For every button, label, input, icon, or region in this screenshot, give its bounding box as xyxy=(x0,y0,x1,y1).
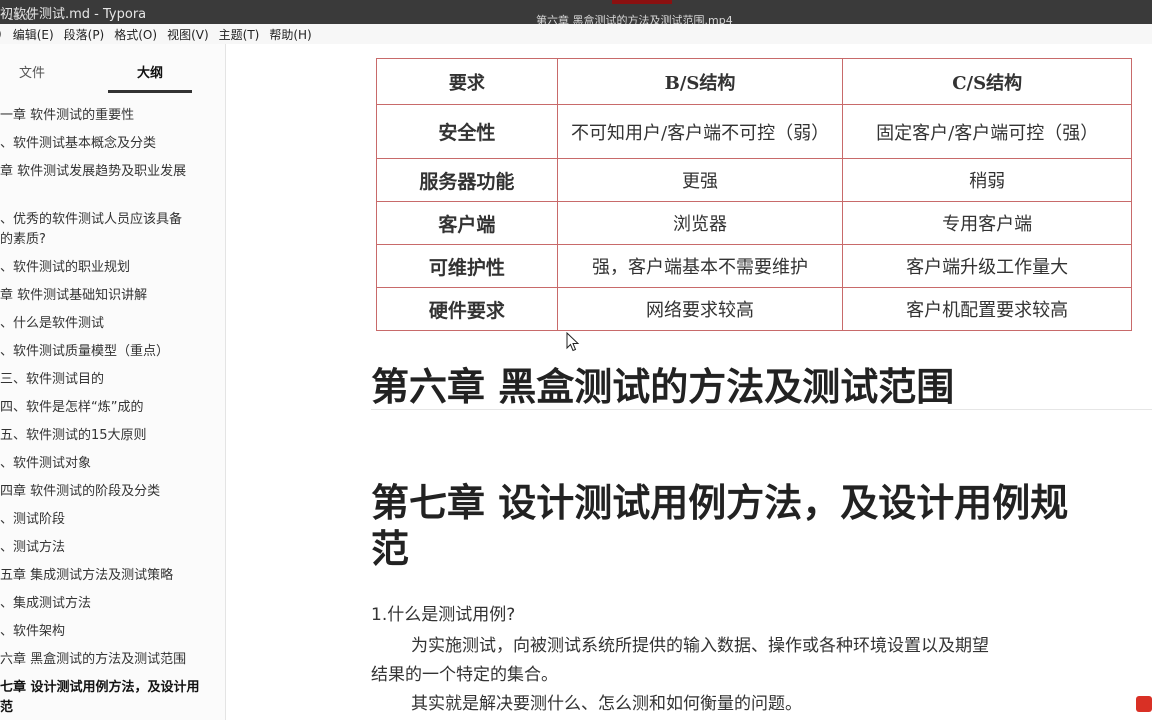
outline-item[interactable]: 、优秀的软件测试人员应该具备 xyxy=(0,210,210,230)
table-cell: 专用客户端 xyxy=(842,201,1132,245)
outline-item[interactable]: 五章 集成测试方法及测试策略 xyxy=(0,566,210,586)
table-row: 可维护性 强，客户端基本不需要维护 客户端升级工作量大 xyxy=(376,244,1132,288)
outline-item[interactable]: 四、软件是怎样“炼”成的 xyxy=(0,398,210,418)
table-row: 客户端 浏览器 专用客户端 xyxy=(376,201,1132,245)
outline-item[interactable]: 一章 软件测试的重要性 xyxy=(0,106,210,126)
outline-item[interactable]: 、集成测试方法 xyxy=(0,594,210,614)
table-cell: 客户机配置要求较高 xyxy=(842,287,1132,331)
heading-chapter-7: 第七章 设计测试用例方法，及设计用例规 范 xyxy=(371,480,1152,572)
outline-item[interactable]: 六章 黑盒测试的方法及测试范围 xyxy=(0,650,210,670)
table-row: 服务器功能 更强 稍弱 xyxy=(376,158,1132,202)
table-row-header: 服务器功能 xyxy=(376,158,558,202)
table-row-header: 硬件要求 xyxy=(376,287,558,331)
active-tab-indicator xyxy=(108,90,192,93)
outline-item[interactable]: 、软件测试对象 xyxy=(0,454,210,474)
table-cell: 稍弱 xyxy=(842,158,1132,202)
table-row-header: 可维护性 xyxy=(376,244,558,288)
outline-item[interactable]: 、测试方法 xyxy=(0,538,210,558)
red-indicator-icon xyxy=(1136,696,1152,712)
outline-item[interactable]: 、软件测试质量模型（重点） xyxy=(0,342,210,362)
table-header-cell: B/S结构 xyxy=(556,58,844,105)
outline-item[interactable]: 章 软件测试基础知识讲解 xyxy=(0,286,210,306)
table-header-cell: C/S结构 xyxy=(842,58,1132,105)
editor-content: 要求 B/S结构 C/S结构 安全性 不可知用户/客户端不可控（弱） 固定客户/… xyxy=(227,44,1152,720)
menu-view[interactable]: 视图(V) xyxy=(162,26,214,43)
heading-divider xyxy=(371,409,1152,410)
table-row-header: 客户端 xyxy=(376,201,558,245)
paragraph-line: 结果的一个特定的集合。 xyxy=(371,665,558,685)
sidebar: 文件 大纲 一章 软件测试的重要性 、软件测试基本概念及分类 章 软件测试发展趋… xyxy=(0,44,226,720)
menu-help[interactable]: 帮助(H) xyxy=(264,26,316,43)
menu-paragraph[interactable]: 段落(P) xyxy=(59,26,110,43)
video-progress-marker xyxy=(612,0,672,4)
comparison-table: 要求 B/S结构 C/S结构 安全性 不可知用户/客户端不可控（弱） 固定客户/… xyxy=(376,58,1132,331)
outline-item[interactable]: 、软件架构 xyxy=(0,622,210,642)
table-header-cell: 要求 xyxy=(376,58,558,105)
table-row: 安全性 不可知用户/客户端不可控（弱） 固定客户/客户端可控（强） xyxy=(376,104,1132,159)
heading-chapter-6: 第六章 黑盒测试的方法及测试范围 xyxy=(371,365,955,409)
table-cell: 不可知用户/客户端不可控（弱） xyxy=(556,104,844,159)
tab-outline[interactable]: 大纲 xyxy=(137,62,163,81)
outline-item[interactable]: 、测试阶段 xyxy=(0,510,210,530)
table-cell: 更强 xyxy=(556,158,844,202)
outline-item[interactable]: 、软件测试基本概念及分类 xyxy=(0,134,210,154)
table-header-row: 要求 B/S结构 C/S结构 xyxy=(376,58,1132,105)
question-text: 1.什么是测试用例? xyxy=(371,605,516,625)
table-cell: 强，客户端基本不需要维护 xyxy=(556,244,844,288)
menu-bar: ) 编辑(E) 段落(P) 格式(O) 视图(V) 主题(T) 帮助(H) xyxy=(0,24,1152,44)
table-cell: 客户端升级工作量大 xyxy=(842,244,1132,288)
outline-item[interactable]: 、软件测试的职业规划 xyxy=(0,258,210,278)
menu-format[interactable]: 格式(O) xyxy=(109,26,162,43)
title-bar: 初软件测试.md - Typora 18:02 第六章 黑盒测试的方法及测试范围… xyxy=(0,0,1152,27)
table-cell: 网络要求较高 xyxy=(556,287,844,331)
sidebar-tabs: 文件 大纲 xyxy=(0,44,225,94)
table-row: 硬件要求 网络要求较高 客户机配置要求较高 xyxy=(376,287,1132,331)
paragraph-line: 为实施测试，向被测试系统所提供的输入数据、操作或各种环境设置以及期望 xyxy=(411,636,989,656)
outline-item[interactable]: 五、软件测试的15大原则 xyxy=(0,426,210,446)
tab-files[interactable]: 文件 xyxy=(19,62,45,81)
heading-chapter-7-line1: 第七章 设计测试用例方法，及设计用例规 xyxy=(371,481,1069,525)
outline-item[interactable]: 三、软件测试目的 xyxy=(0,370,210,390)
menu-file-partial[interactable]: ) xyxy=(0,27,8,41)
outline-item[interactable]: 四章 软件测试的阶段及分类 xyxy=(0,482,210,502)
outline-item[interactable]: 章 软件测试发展趋势及职业发展 xyxy=(0,162,210,182)
outline-item[interactable]: 、什么是软件测试 xyxy=(0,314,210,334)
table-cell: 浏览器 xyxy=(556,201,844,245)
outline-item-active-cont[interactable]: 范 xyxy=(0,698,210,718)
table-cell: 固定客户/客户端可控（强） xyxy=(842,104,1132,159)
table-row-header: 安全性 xyxy=(376,104,558,159)
paragraph-line: 其实就是解决要测什么、怎么测和如何衡量的问题。 xyxy=(411,694,802,714)
heading-chapter-7-line2: 范 xyxy=(371,527,410,571)
outline-item-active[interactable]: 七章 设计测试用例方法，及设计用 xyxy=(0,678,210,698)
mouse-cursor-icon xyxy=(566,332,580,352)
menu-theme[interactable]: 主题(T) xyxy=(214,26,265,43)
menu-edit[interactable]: 编辑(E) xyxy=(8,26,59,43)
clock-overlay: 18:02 xyxy=(8,13,34,23)
outline-item[interactable]: 的素质? xyxy=(0,230,210,250)
